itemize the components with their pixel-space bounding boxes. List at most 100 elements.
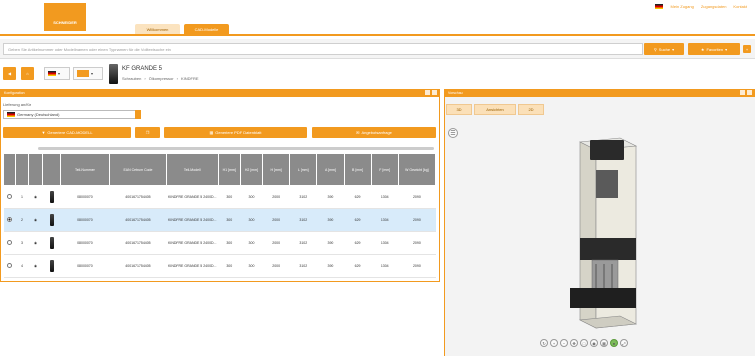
tab-views[interactable]: Ansichten — [474, 104, 516, 115]
shading-icon[interactable]: ● — [610, 339, 618, 347]
access-data-link[interactable]: Zugangsdaten — [701, 4, 727, 9]
preview-icon[interactable]: ◉ — [34, 264, 37, 268]
search-button[interactable]: ⚲ Suche ▾ — [644, 43, 684, 55]
breadcrumb-item[interactable]: Ölkompressor — [149, 76, 174, 81]
preview-icon[interactable]: ◉ — [34, 218, 37, 222]
table-cell: 3102 — [289, 231, 317, 255]
table-row[interactable]: 3 ◉ 08000070 4001671754405 KINDFRE GRANDE 5 … — [3, 231, 436, 255]
copy-button[interactable]: ❐ — [135, 127, 160, 138]
top-links: Mein Zugang Zugangsdaten Kontakt — [655, 4, 747, 9]
table-row[interactable]: 1 ◉ 08000070 4001671754405 KINDFRE GRANDE 5 … — [3, 185, 436, 209]
zoom-out-icon[interactable]: − — [560, 339, 568, 347]
table-column-header[interactable]: A [mm] — [316, 153, 345, 186]
back-button[interactable]: ◀ — [3, 67, 16, 80]
copy-icon: ❐ — [145, 130, 150, 135]
maximize-icon[interactable] — [432, 90, 437, 95]
fit-icon[interactable]: □ — [580, 339, 588, 347]
row-thumb-cell — [42, 231, 61, 255]
mail-icon: ✉ — [356, 130, 360, 135]
pan-icon[interactable]: ✥ — [570, 339, 578, 347]
table-row[interactable]: 4 ◉ 08000070 4001671754405 KINDFRE GRANDE 5 … — [3, 254, 436, 278]
fullscreen-icon[interactable]: ⤢ — [620, 339, 628, 347]
tab-3d[interactable]: 3D — [446, 104, 472, 115]
horizontal-scrollbar[interactable] — [38, 147, 434, 150]
language-select[interactable]: ▾ — [44, 67, 70, 80]
row-preview-cell: ◉ — [28, 231, 43, 255]
product-title: KF GRANDE 5 — [122, 66, 163, 72]
breadcrumb-item[interactable]: Schrauben — [122, 76, 141, 81]
3d-model-viewer[interactable] — [560, 128, 650, 338]
brand-logo[interactable]: SCHNEIDER — [44, 3, 86, 31]
generate-cad-button[interactable]: ▼ Generiere CAD-MODELL — [3, 127, 131, 138]
folder-icon — [77, 70, 89, 77]
maximize-icon[interactable] — [747, 90, 752, 95]
table-body: 1 ◉ 08000070 4001671754405 KINDFRE GRANDE 5 … — [3, 185, 436, 278]
minimize-icon[interactable] — [425, 90, 430, 95]
radio-button[interactable] — [7, 194, 13, 199]
table-column-header[interactable]: Teil-Nummer — [59, 153, 111, 186]
view-select[interactable]: ▾ — [73, 67, 103, 80]
table-column-header[interactable]: B [mm] — [343, 153, 372, 186]
settings-icon[interactable]: ☰ — [448, 128, 458, 138]
search-input[interactable]: Geben Sie Artikelnummer oder Modellnamen… — [3, 43, 643, 55]
part-thumbnail — [49, 259, 54, 272]
table-cell: 300 — [240, 231, 263, 255]
table-column-header[interactable]: H1 [mm] — [217, 153, 241, 186]
table-column-header[interactable]: Teil-Modell — [165, 153, 219, 186]
preview-icon[interactable]: ◉ — [34, 241, 37, 245]
preview-panel-header: Vorschau — [444, 89, 755, 97]
table-cell: 2000 — [262, 208, 290, 232]
table-column-header[interactable]: H [mm] — [262, 153, 291, 186]
table-column-header[interactable]: EAN Cetrum Code — [109, 153, 167, 186]
table-cell: KINDFRE GRANDE 5 2400D... — [166, 254, 219, 278]
table-cell: 300 — [218, 231, 241, 255]
my-account-link[interactable]: Mein Zugang — [670, 4, 693, 9]
table-cell: 1304 — [371, 185, 399, 209]
generate-pdf-button[interactable]: ▦ Generiere PDF Datenblatt — [164, 127, 307, 138]
product-thumbnail — [109, 64, 118, 84]
table-cell: 4001671754405 — [109, 208, 167, 232]
quote-request-label: Angebotsanfrage — [361, 130, 392, 135]
view-icon[interactable]: ◉ — [590, 339, 598, 347]
table-column-header — [27, 153, 44, 186]
table-cell: 629 — [344, 254, 372, 278]
table-column-header[interactable]: L [mm] — [289, 153, 318, 186]
table-row[interactable]: 2 ◉ 08000070 4001671754405 KINDFRE GRANDE 5 … — [3, 208, 436, 232]
tab-2d[interactable]: 2D — [518, 104, 544, 115]
chevron-down-icon[interactable] — [135, 110, 141, 119]
delivery-select[interactable]: Germany (Deutschland) — [3, 110, 141, 119]
contact-link[interactable]: Kontakt — [733, 4, 747, 9]
radio-button[interactable] — [7, 217, 13, 222]
rotate-icon[interactable]: ↻ — [540, 339, 548, 347]
table-cell: KINDFRE GRANDE 5 2400D... — [166, 185, 219, 209]
breadcrumb-item[interactable]: KINDFRE — [181, 76, 199, 81]
german-flag-icon[interactable] — [655, 4, 664, 9]
row-thumb-cell — [42, 254, 61, 278]
wireframe-icon[interactable]: ▦ — [600, 339, 608, 347]
table-column-header[interactable]: W Gewicht [kg] — [397, 153, 437, 186]
favorites-button[interactable]: ★ Favoriten ▾ — [688, 43, 740, 55]
table-cell: 08000070 — [60, 254, 110, 278]
table-cell: 390 — [316, 185, 344, 209]
home-button[interactable]: ⌂ — [21, 67, 34, 80]
generate-cad-label: Generiere CAD-MODELL — [47, 130, 93, 135]
row-select-cell — [3, 185, 16, 209]
minimize-icon[interactable] — [740, 90, 745, 95]
radio-button[interactable] — [7, 240, 13, 245]
zoom-in-icon[interactable]: + — [550, 339, 558, 347]
home-icon: ⌂ — [26, 71, 29, 76]
preview-panel-title: Vorschau — [448, 91, 463, 95]
expand-icon[interactable]: + — [743, 45, 751, 53]
table-column-header — [15, 153, 29, 186]
chevron-down-icon: ▾ — [91, 71, 94, 76]
table-cell: 4001671754405 — [109, 231, 167, 255]
preview-icon[interactable]: ◉ — [34, 195, 37, 199]
table-cell: 08000070 — [60, 185, 110, 209]
table-column-header[interactable]: F [mm] — [370, 153, 399, 186]
tab-welcome[interactable]: Willkommen — [135, 24, 180, 34]
table-column-header[interactable]: H2 [mm] — [239, 153, 264, 186]
row-preview-cell: ◉ — [28, 254, 43, 278]
radio-button[interactable] — [7, 263, 13, 268]
quote-request-button[interactable]: ✉ Angebotsanfrage — [312, 127, 436, 138]
tab-cad-models[interactable]: CAD-Modelle — [184, 24, 229, 34]
